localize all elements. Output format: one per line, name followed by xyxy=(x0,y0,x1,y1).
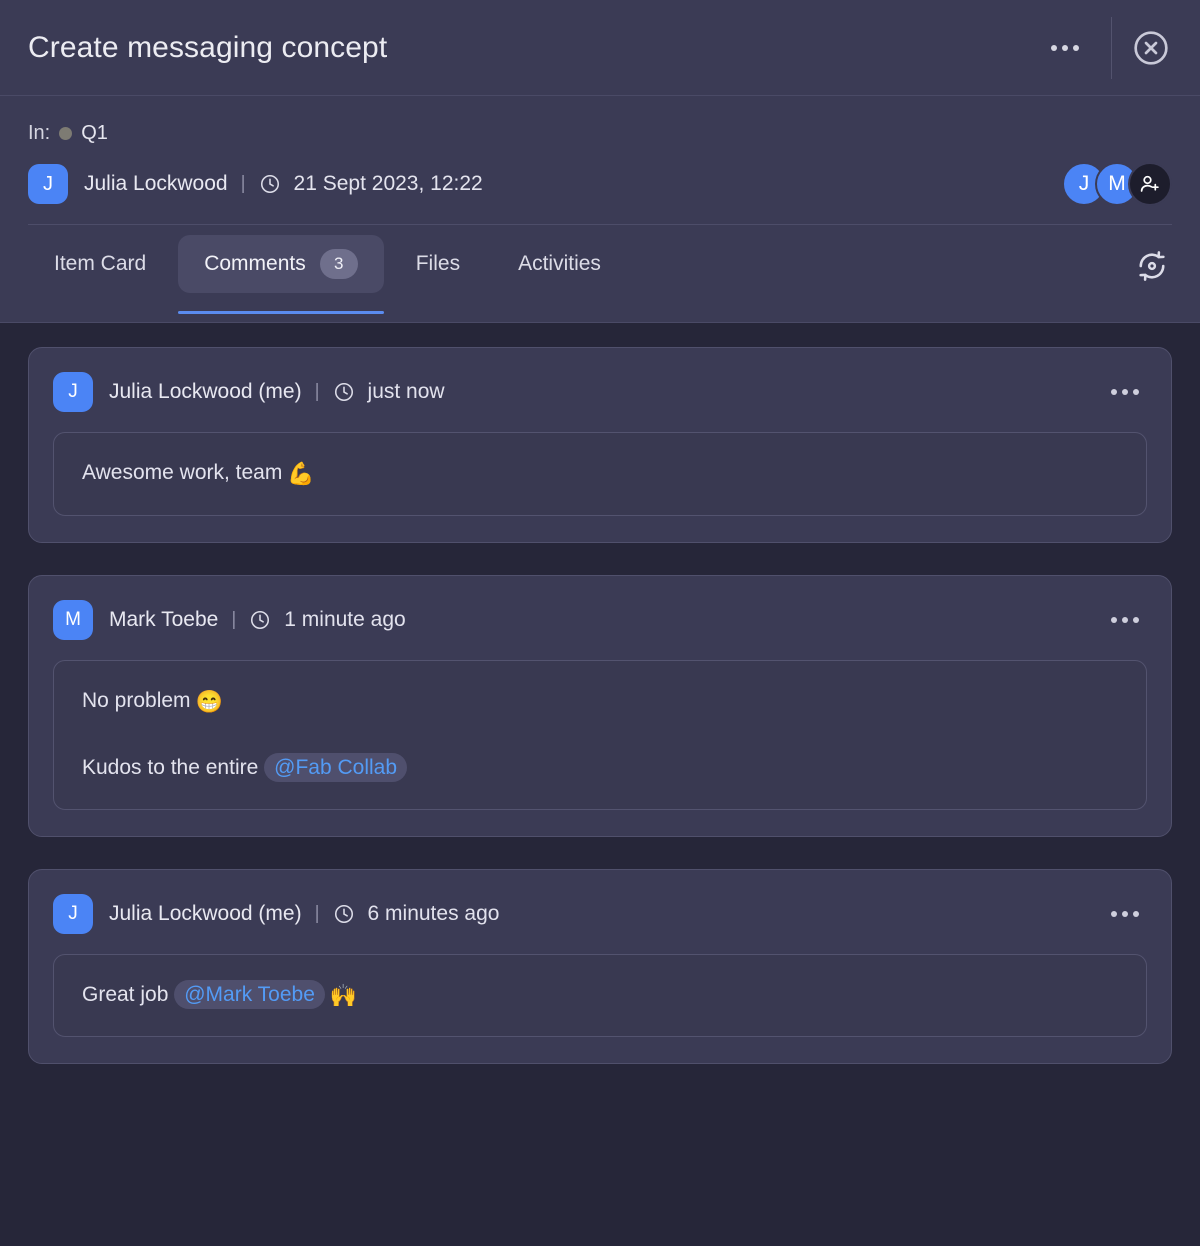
raising-hands-emoji-icon: 🙌 xyxy=(329,982,358,1008)
tab-label: Item Card xyxy=(54,251,147,275)
comment-options-button[interactable] xyxy=(1103,602,1147,638)
avatar[interactable]: J xyxy=(53,893,93,934)
tab-label: Comments xyxy=(204,251,306,275)
comment-time-text: just now xyxy=(367,380,445,403)
dot-icon xyxy=(1122,616,1128,623)
dot-icon xyxy=(1133,910,1139,917)
mention-link[interactable]: @Mark Toebe xyxy=(174,979,325,1009)
comment-text-line: No problem 😁 xyxy=(82,687,1118,717)
comment-options-button[interactable] xyxy=(1103,896,1147,932)
avatar[interactable]: J xyxy=(53,372,93,412)
comment-body: Great job @Mark Toebe 🙌 xyxy=(53,953,1147,1038)
avatar[interactable]: J xyxy=(28,164,68,204)
task-author-row: J Julia Lockwood | 21 Sept 2023, 12:22 J… xyxy=(28,162,1172,225)
tab-files[interactable]: Files xyxy=(390,235,486,293)
dot-icon xyxy=(1062,44,1068,51)
dot-icon xyxy=(1111,910,1117,917)
more-options-button[interactable] xyxy=(1039,22,1091,74)
task-detail-window: Create messaging concept In: Q1 J Julia … xyxy=(0,0,1200,1246)
comment-card: M Mark Toebe | 1 minute ago No problem 😁… xyxy=(28,574,1172,837)
task-meta-section: In: Q1 J Julia Lockwood | 21 Sept 2023, … xyxy=(0,96,1200,225)
page-title: Create messaging concept xyxy=(28,30,388,64)
comment-text: Kudos to the entire xyxy=(82,756,259,780)
comments-list[interactable]: J Julia Lockwood (me) | just now Awesome… xyxy=(0,323,1200,1246)
tab-list: Item Card Comments 3 Files Activities xyxy=(28,225,1124,322)
clock-icon xyxy=(334,904,353,923)
add-member-button[interactable] xyxy=(1128,162,1172,206)
dot-icon xyxy=(1111,616,1117,623)
avatar[interactable]: M xyxy=(53,599,93,640)
task-timestamp: 21 Sept 2023, 12:22 xyxy=(259,172,483,196)
comment-header: J Julia Lockwood (me) | just now xyxy=(53,372,1147,412)
meta-separator: | xyxy=(240,173,246,194)
dot-icon xyxy=(1133,616,1139,623)
comment-time-text: 6 minutes ago xyxy=(367,901,500,925)
member-avatar-group: J M xyxy=(1062,162,1172,206)
clock-icon xyxy=(251,610,270,629)
comment-text: Great job xyxy=(82,982,169,1006)
comments-count-badge: 3 xyxy=(319,248,358,279)
close-circle-icon xyxy=(1134,30,1168,65)
comment-card: J Julia Lockwood (me) | 6 minutes ago Gr… xyxy=(28,868,1172,1065)
tab-activities[interactable]: Activities xyxy=(492,235,627,293)
comment-time: 6 minutes ago xyxy=(333,901,500,926)
tab-bar: Item Card Comments 3 Files Activities xyxy=(0,225,1200,323)
board-name[interactable]: Q1 xyxy=(81,122,108,145)
comment-author: Mark Toebe xyxy=(109,607,219,631)
close-button[interactable] xyxy=(1128,25,1174,71)
comment-text-line: Great job @Mark Toebe 🙌 xyxy=(82,979,1118,1011)
comment-body: Awesome work, team 💪 xyxy=(53,432,1147,516)
tab-label: Files xyxy=(415,251,461,275)
comment-author: Julia Lockwood (me) xyxy=(109,901,302,925)
refresh-button[interactable] xyxy=(1124,238,1180,294)
add-person-icon xyxy=(1140,175,1159,192)
comment-body: No problem 😁 Kudos to the entire @Fab Col… xyxy=(53,659,1147,810)
dot-icon xyxy=(1111,389,1117,395)
dot-icon xyxy=(1122,910,1128,917)
board-status-dot-icon xyxy=(59,126,73,140)
task-author-name: Julia Lockwood xyxy=(84,172,228,195)
comment-author: Julia Lockwood (me) xyxy=(109,380,302,403)
comment-header: M Mark Toebe | 1 minute ago xyxy=(53,599,1147,640)
dot-icon xyxy=(1051,44,1057,51)
dot-icon xyxy=(1073,44,1079,51)
task-timestamp-text: 21 Sept 2023, 12:22 xyxy=(293,172,483,195)
flexed-biceps-emoji-icon: 💪 xyxy=(287,461,315,486)
comment-time-text: 1 minute ago xyxy=(284,607,406,631)
tab-comments[interactable]: Comments 3 xyxy=(178,234,384,314)
comment-text: No problem xyxy=(82,688,191,712)
grinning-face-emoji-icon: 😁 xyxy=(195,688,223,714)
board-location: In: Q1 xyxy=(28,118,1172,148)
titlebar-divider xyxy=(1111,16,1112,79)
comment-text-line: Awesome work, team 💪 xyxy=(82,459,1118,489)
comment-separator: | xyxy=(314,381,320,402)
mention-link[interactable]: @Fab Collab xyxy=(264,753,408,783)
comment-text-line: Kudos to the entire @Fab Collab xyxy=(82,753,1118,783)
dot-icon xyxy=(1122,389,1128,395)
tab-item-card[interactable]: Item Card xyxy=(28,235,172,293)
window-titlebar: Create messaging concept xyxy=(0,0,1200,96)
in-label: In: xyxy=(28,121,51,144)
clock-icon xyxy=(260,174,279,194)
comment-time: 1 minute ago xyxy=(249,607,406,632)
comment-separator: | xyxy=(314,902,320,924)
dot-icon xyxy=(1133,389,1139,395)
comment-text: Awesome work, team xyxy=(82,461,283,484)
comment-options-button[interactable] xyxy=(1103,374,1147,410)
titlebar-actions xyxy=(1039,0,1180,95)
tab-label: Activities xyxy=(518,251,601,275)
refresh-icon xyxy=(1139,250,1165,281)
comment-card: J Julia Lockwood (me) | just now Awesome… xyxy=(28,347,1172,543)
comment-header: J Julia Lockwood (me) | 6 minutes ago xyxy=(53,893,1147,934)
comment-time: just now xyxy=(333,380,445,404)
comment-separator: | xyxy=(231,608,237,630)
clock-icon xyxy=(334,382,353,402)
